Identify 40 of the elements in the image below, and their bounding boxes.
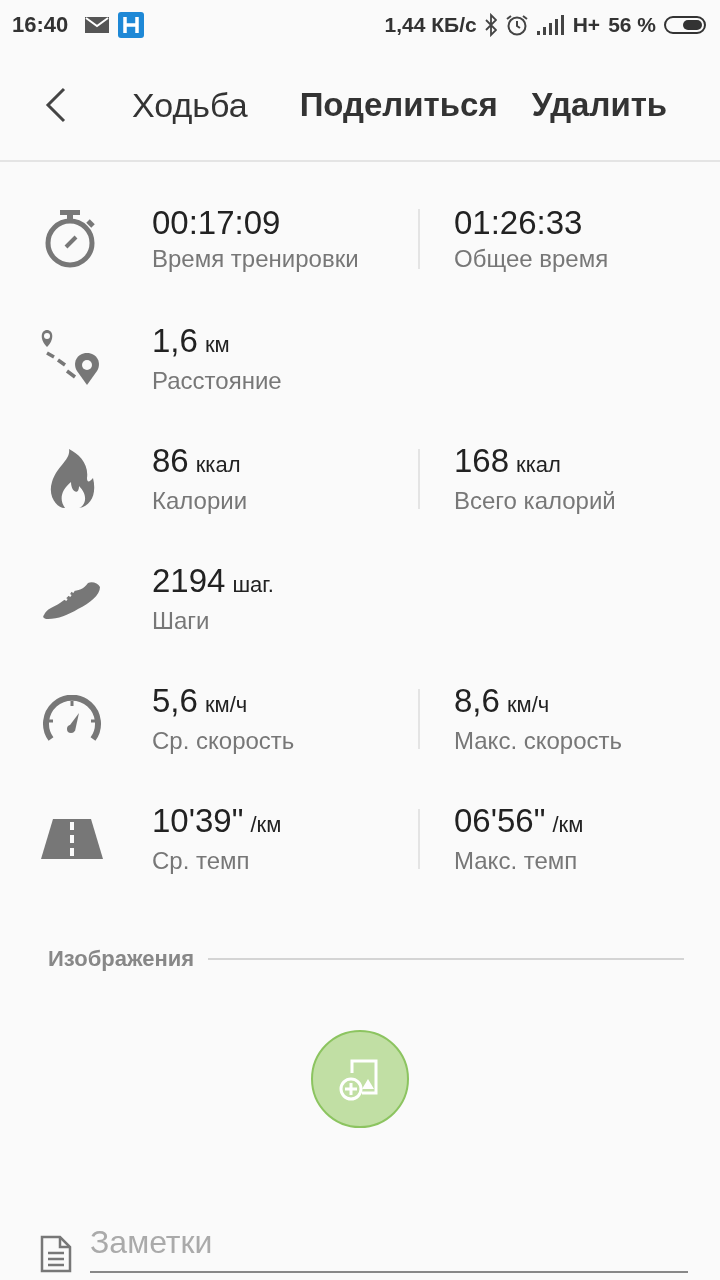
- stat-label: Расстояние: [152, 366, 283, 396]
- stat-value: 1,6 км: [152, 321, 231, 361]
- signal-icon: [536, 15, 565, 35]
- mail-icon: [84, 15, 111, 35]
- note-icon: [40, 1235, 72, 1273]
- stat-value: 2194 шаг.: [152, 561, 275, 601]
- stat-label: Время тренировки: [152, 244, 360, 274]
- stat-label: Шаги: [152, 606, 211, 636]
- stat-value: 8,6 км/ч: [454, 681, 551, 721]
- stat-value: 10'39" /км: [152, 801, 283, 841]
- stat-label: Всего калорий: [454, 486, 616, 516]
- notes-field[interactable]: Заметки: [90, 1220, 688, 1273]
- screen-title: Ходьба: [132, 85, 248, 125]
- stat-value: 01:26:33: [454, 203, 584, 243]
- battery-percent: 56 %: [608, 13, 656, 37]
- action-button[interactable]: Поделиться: [299, 86, 498, 124]
- back-icon[interactable]: [44, 87, 68, 123]
- stat-label: Макс. темп: [454, 846, 579, 876]
- flame-icon: [49, 448, 95, 510]
- network-type: H+: [572, 13, 601, 37]
- stat-label: Общее время: [454, 244, 609, 274]
- stat-label: Макс. скорость: [454, 726, 623, 756]
- notification-icon: [118, 12, 145, 38]
- bluetooth-icon: [484, 13, 497, 37]
- alarm-icon: [504, 13, 529, 37]
- battery-icon: [664, 16, 706, 34]
- stat-label: Ср. скорость: [152, 726, 296, 756]
- stat-label: Ср. темп: [152, 846, 251, 876]
- stat-value: 168 ккал: [454, 441, 562, 481]
- speedometer-icon: [41, 695, 103, 743]
- stat-value: 86 ккал: [152, 441, 242, 481]
- stat-value: 00:17:09: [152, 203, 282, 243]
- network-speed: 1,44 КБ/с: [384, 13, 477, 37]
- road-icon: [41, 819, 103, 859]
- action-button[interactable]: Удалить: [531, 86, 668, 124]
- stat-label: Калории: [152, 486, 249, 516]
- status-time: 16:40: [12, 12, 69, 38]
- stat-value: 06'56" /км: [454, 801, 584, 841]
- section-title: Изображения: [48, 946, 195, 972]
- stat-value: 5,6 км/ч: [152, 681, 249, 721]
